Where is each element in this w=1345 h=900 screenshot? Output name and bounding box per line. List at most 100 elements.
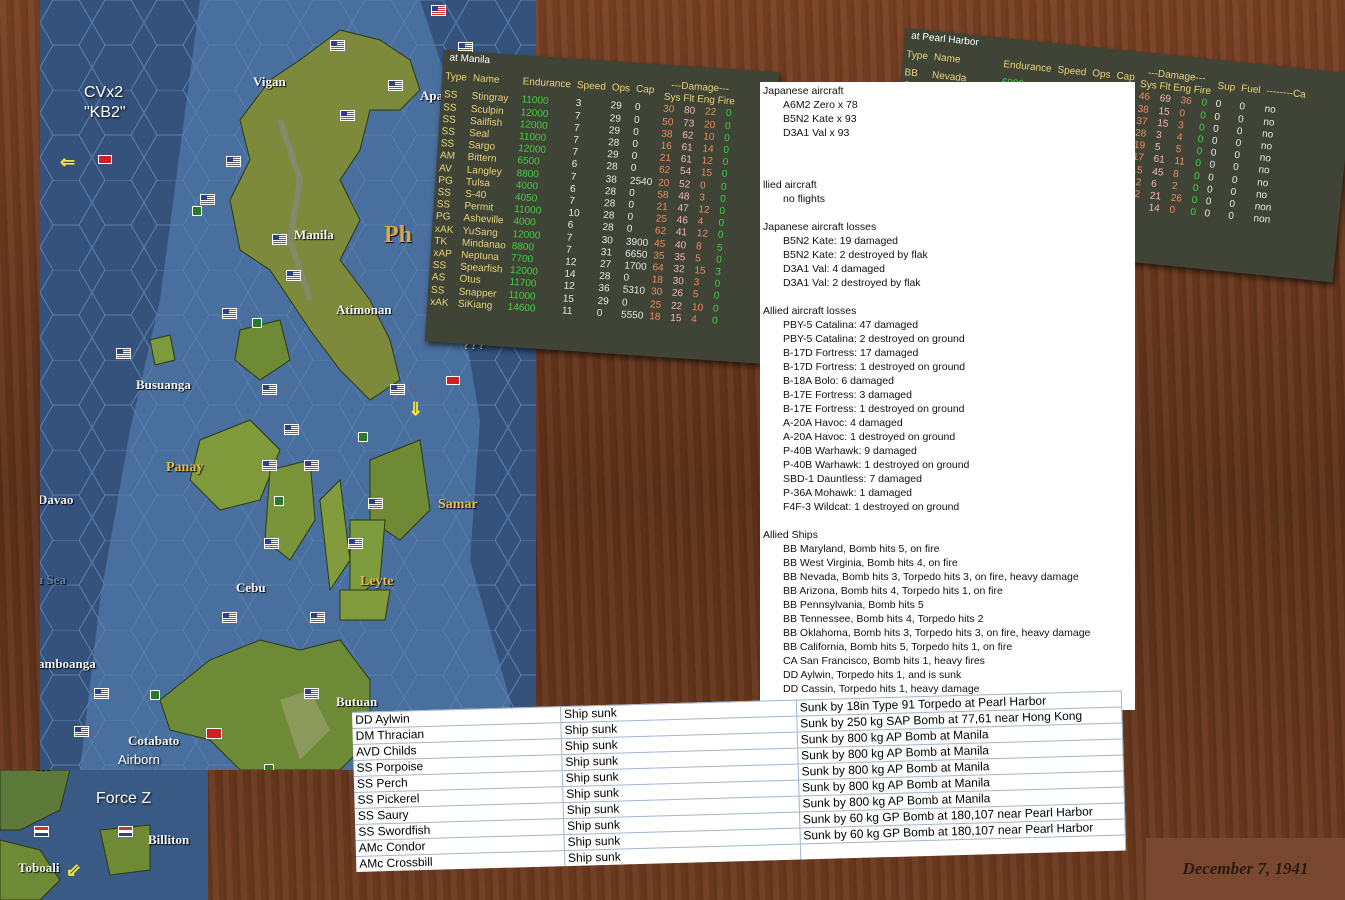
report-line: no flights bbox=[783, 193, 826, 205]
cap: 5550 bbox=[620, 309, 644, 322]
kb2-label: "KB2" bbox=[84, 104, 126, 121]
fleet-movement-arrow-icon[interactable]: ⇙ bbox=[66, 860, 81, 881]
us-flag-icon[interactable] bbox=[272, 234, 287, 245]
us-flag-icon[interactable] bbox=[286, 270, 301, 281]
fire: 0 bbox=[722, 156, 729, 169]
label-sea: u Sea bbox=[40, 572, 66, 587]
eng-damage: 4 bbox=[690, 313, 698, 326]
endurance: 14600 bbox=[507, 301, 536, 315]
fire: 0 bbox=[723, 132, 731, 144]
jp-aircraft-title: Japanese aircraft bbox=[763, 85, 844, 97]
us-flag-icon[interactable] bbox=[222, 612, 237, 623]
report-line: A-20A Havoc: 4 damaged bbox=[783, 417, 903, 429]
label-leyte: Leyte bbox=[360, 574, 394, 589]
us-flag-icon[interactable] bbox=[348, 538, 363, 549]
flt-damage: 26 bbox=[671, 288, 684, 300]
base-icon[interactable] bbox=[252, 318, 262, 328]
us-flag-icon[interactable] bbox=[340, 110, 355, 121]
sys-damage: 45 bbox=[653, 238, 666, 250]
eng-damage: 22 bbox=[704, 106, 717, 119]
fire: 0 bbox=[715, 254, 723, 266]
base-icon[interactable] bbox=[264, 764, 274, 770]
report-line: BB Tennessee, Bomb hits 4, Torpedo hits … bbox=[783, 613, 984, 625]
flt-damage: 40 bbox=[674, 239, 687, 252]
task-force-icon[interactable] bbox=[206, 728, 222, 739]
us-flag-icon[interactable] bbox=[310, 612, 325, 623]
us-flag-icon[interactable] bbox=[262, 384, 277, 395]
report-line: DD Aylwin, Torpedo hits 1, and is sunk bbox=[783, 669, 962, 681]
col-type: Type bbox=[444, 71, 468, 84]
fleet-movement-arrow-icon[interactable]: ⇐ bbox=[60, 152, 75, 173]
us-flag-icon[interactable] bbox=[431, 5, 446, 16]
sup: 0 bbox=[1203, 208, 1211, 220]
label-atimonan: Atimonan bbox=[336, 302, 392, 317]
dutch-flag-icon[interactable] bbox=[118, 826, 133, 837]
report-line: BB Arizona, Bomb hits 4, Torpedo hits 1,… bbox=[783, 585, 1003, 597]
label-billiton: Billiton bbox=[148, 832, 190, 847]
fire: 0 bbox=[724, 120, 731, 132]
us-flag-icon[interactable] bbox=[330, 40, 345, 51]
report-line: D3A1 Val x 93 bbox=[783, 127, 850, 139]
report-line: SBD-1 Dauntless: 7 damaged bbox=[783, 473, 922, 485]
flt-damage: 73 bbox=[682, 117, 695, 130]
base-icon[interactable] bbox=[150, 690, 160, 700]
base-icon[interactable] bbox=[192, 206, 202, 216]
speed: 11 bbox=[561, 305, 573, 317]
col-eng: Eng bbox=[696, 94, 716, 107]
report-line: B-17E Fortress: 3 damaged bbox=[783, 389, 912, 401]
task-force-icon[interactable] bbox=[98, 155, 112, 164]
fire: 5 bbox=[716, 242, 723, 254]
us-flag-icon[interactable] bbox=[388, 80, 403, 91]
base-icon[interactable] bbox=[274, 496, 284, 506]
dutch-flag-icon[interactable] bbox=[34, 826, 49, 837]
base-icon[interactable] bbox=[358, 432, 368, 442]
us-flag-icon[interactable] bbox=[222, 308, 237, 319]
eng-damage: 12 bbox=[696, 228, 709, 241]
us-flag-icon[interactable] bbox=[226, 156, 241, 167]
us-flag-icon[interactable] bbox=[284, 424, 299, 435]
task-force-icon[interactable] bbox=[446, 376, 460, 385]
col-eng: Eng bbox=[1172, 82, 1192, 96]
eng-damage: 20 bbox=[703, 119, 716, 131]
sys-damage: 20 bbox=[657, 177, 670, 189]
jp-aircraft-list: A6M2 Zero x 78 B5N2 Kate x 93 D3A1 Val x 9… bbox=[763, 98, 1132, 140]
col-name: Name bbox=[472, 73, 500, 86]
report-line: P-40B Warhawk: 1 destroyed on ground bbox=[783, 459, 970, 471]
allied-aircraft-list: no flights bbox=[763, 192, 1132, 206]
manila-ship-table[interactable]: Type Name Endurance Speed Ops Cap ---Dam… bbox=[427, 65, 739, 328]
label-cotabato: Cotabato bbox=[128, 733, 180, 748]
eng-damage: 0 bbox=[699, 179, 706, 192]
us-flag-icon[interactable] bbox=[200, 194, 215, 205]
col-cap: Cap bbox=[635, 83, 655, 97]
label-philippines: Ph bbox=[384, 222, 413, 248]
date-label: December 7, 1941 bbox=[1146, 838, 1345, 900]
sys-damage: 62 bbox=[654, 225, 667, 238]
us-flag-icon[interactable] bbox=[304, 688, 319, 699]
airborn-label: Airborn bbox=[118, 752, 160, 767]
col-endurance: Endurance bbox=[522, 76, 572, 91]
us-flag-icon[interactable] bbox=[368, 498, 383, 509]
eng-damage: 8 bbox=[695, 240, 702, 253]
ops: 0 bbox=[596, 307, 603, 319]
fire: 0 bbox=[718, 217, 725, 230]
us-flag-icon[interactable] bbox=[74, 726, 89, 737]
report-line: B-17E Fortress: 1 destroyed on ground bbox=[783, 403, 965, 415]
label-panay: Panay bbox=[166, 460, 204, 475]
force-z-label: Force Z bbox=[96, 790, 152, 807]
borneo-inset-map[interactable]: Force Z Billiton Toboali olo ⇙ bbox=[0, 770, 208, 900]
fire: 0 bbox=[717, 230, 724, 242]
us-flag-icon[interactable] bbox=[304, 460, 319, 471]
ships-sunk-table[interactable]: DD Aylwin Ship sunk Sunk by 18in Type 91 T… bbox=[352, 690, 1127, 872]
report-line: F4F-3 Wildcat: 1 destroyed on ground bbox=[783, 501, 960, 513]
us-flag-icon[interactable] bbox=[94, 688, 109, 699]
jp-losses-list: B5N2 Kate: 19 damaged B5N2 Kate: 2 destro… bbox=[763, 234, 1132, 290]
us-flag-icon[interactable] bbox=[264, 538, 279, 549]
manila-ships-panel[interactable]: at Manila Type Name Endurance Speed Ops … bbox=[424, 50, 780, 364]
report-line: BB West Virginia, Bomb hits 4, on fire bbox=[783, 557, 958, 569]
us-flag-icon[interactable] bbox=[116, 348, 131, 359]
allied-aircraft-title: llied aircraft bbox=[763, 179, 817, 191]
report-line: B5N2 Kate: 19 damaged bbox=[783, 235, 898, 247]
us-flag-icon[interactable] bbox=[262, 460, 277, 471]
flt-damage: 15 bbox=[669, 312, 682, 325]
us-flag-icon[interactable] bbox=[390, 384, 405, 395]
